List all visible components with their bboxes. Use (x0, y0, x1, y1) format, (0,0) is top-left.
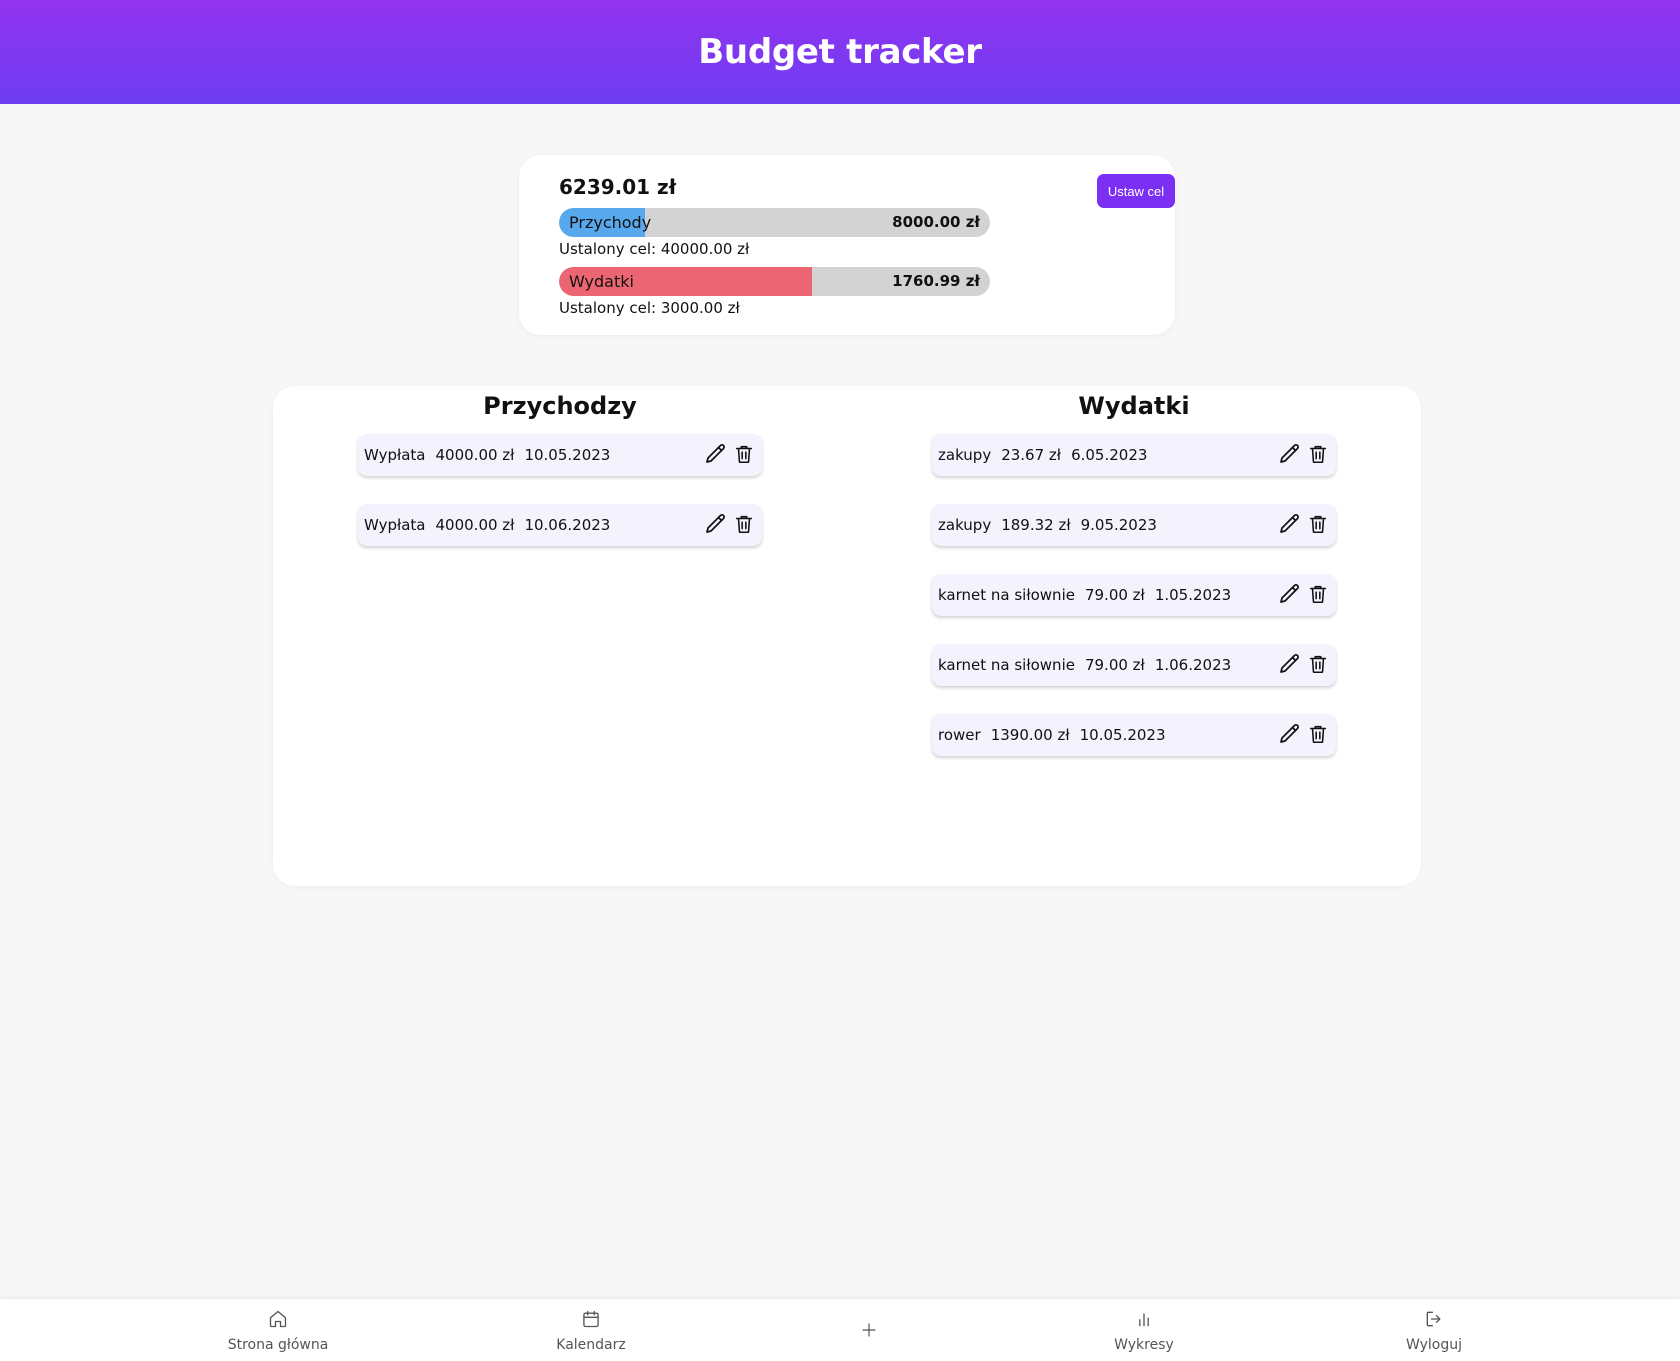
item-actions (1278, 651, 1330, 677)
income-bar-label: Przychody (569, 213, 652, 232)
nav-calendar[interactable]: Kalendarz (511, 1309, 671, 1353)
item-date: 6.05.2023 (1071, 446, 1148, 464)
item-date: 10.05.2023 (524, 446, 611, 464)
item-date: 10.05.2023 (1079, 726, 1166, 744)
income-goal-text: Ustalony cel: 40000.00 zł (559, 240, 750, 258)
item-amount: 4000.00 zł (435, 446, 515, 464)
edit-icon (1280, 584, 1299, 603)
edit-icon (1280, 514, 1299, 533)
item-amount: 4000.00 zł (435, 516, 515, 534)
item-actions (1278, 441, 1330, 467)
expense-progress-bar: Wydatki 1760.99 zł (559, 267, 990, 296)
item-name: karnet na siłownie (938, 586, 1075, 604)
delete-button[interactable] (1306, 651, 1330, 677)
delete-button[interactable] (1306, 511, 1330, 537)
calendar-icon (583, 1310, 599, 1328)
edit-icon (1280, 724, 1299, 743)
delete-button[interactable] (732, 441, 756, 467)
item-name: rower (938, 726, 981, 744)
expense-bar-label: Wydatki (569, 272, 634, 291)
item-actions (704, 441, 756, 467)
balance-value: 6239.01 zł (559, 175, 677, 199)
trash-icon (735, 445, 753, 464)
item-name: Wypłata (364, 516, 426, 534)
edit-button[interactable] (1278, 441, 1302, 467)
item-name: zakupy (938, 446, 992, 464)
trash-icon (1309, 725, 1327, 744)
delete-button[interactable] (732, 511, 756, 537)
list-item: rower 1390.00 zł 10.05.2023 (932, 714, 1336, 756)
income-list-title: Przychodzy (483, 392, 637, 420)
bar-chart-icon (1139, 1313, 1149, 1327)
item-actions (1278, 511, 1330, 537)
expense-bar-amount: 1760.99 zł (892, 272, 980, 290)
edit-icon (706, 514, 725, 533)
expense-list-title: Wydatki (1078, 392, 1190, 420)
item-amount: 79.00 zł (1084, 656, 1145, 674)
nav-calendar-label: Kalendarz (556, 1337, 626, 1353)
list-item: Wypłata 4000.00 zł 10.06.2023 (358, 504, 762, 546)
item-amount: 1390.00 zł (990, 726, 1070, 744)
nav-charts-label: Wykresy (1114, 1337, 1174, 1353)
page-title: Budget tracker (698, 32, 982, 72)
set-goal-button[interactable]: Ustaw cel (1097, 174, 1175, 208)
budget-summary-card: 6239.01 zł Ustaw cel Przychody 8000.00 z… (519, 155, 1175, 335)
delete-button[interactable] (1306, 441, 1330, 467)
nav-logout-label: Wyloguj (1406, 1337, 1462, 1353)
trash-icon (1309, 585, 1327, 604)
edit-icon (706, 444, 725, 463)
nav-home-label: Strona główna (227, 1337, 329, 1353)
item-name: zakupy (938, 516, 992, 534)
income-progress-bar: Przychody 8000.00 zł (559, 208, 990, 237)
edit-button[interactable] (704, 511, 728, 537)
list-item: Wypłata 4000.00 zł 10.05.2023 (358, 434, 762, 476)
item-date: 10.06.2023 (524, 516, 611, 534)
trash-icon (735, 515, 753, 534)
item-actions (1278, 721, 1330, 747)
item-name: Wypłata (364, 446, 426, 464)
list-item: karnet na siłownie 79.00 zł 1.06.2023 (932, 644, 1336, 686)
item-name: karnet na siłownie (938, 656, 1075, 674)
edit-button[interactable] (1278, 581, 1302, 607)
item-date: 1.06.2023 (1154, 656, 1232, 674)
delete-button[interactable] (1306, 581, 1330, 607)
expense-goal-text: Ustalony cel: 3000.00 zł (559, 299, 740, 317)
edit-icon (1280, 444, 1299, 463)
bottom-navbar: Strona główna Kalendarz Wykresy Wyloguj (0, 1299, 1680, 1361)
income-bar-amount: 8000.00 zł (892, 213, 980, 231)
list-item: karnet na siłownie 79.00 zł 1.05.2023 (932, 574, 1336, 616)
item-date: 9.05.2023 (1080, 516, 1157, 534)
item-actions (1278, 581, 1330, 607)
nav-home[interactable]: Strona główna (198, 1309, 358, 1353)
transactions-card: Przychodzy Wydatki Wypłata 4000.00 zł 10.0… (273, 386, 1421, 886)
item-amount: 79.00 zł (1084, 586, 1145, 604)
list-item: zakupy 189.32 zł 9.05.2023 (932, 504, 1336, 546)
trash-icon (1309, 445, 1327, 464)
edit-button[interactable] (704, 441, 728, 467)
item-date: 1.05.2023 (1154, 586, 1232, 604)
edit-button[interactable] (1278, 721, 1302, 747)
item-amount: 189.32 zł (1001, 516, 1071, 534)
nav-logout[interactable]: Wyloguj (1354, 1309, 1514, 1353)
plus-icon (862, 1323, 876, 1337)
delete-button[interactable] (1306, 721, 1330, 747)
app-header: Budget tracker (0, 0, 1680, 104)
trash-icon (1309, 515, 1327, 534)
edit-button[interactable] (1278, 651, 1302, 677)
item-amount: 23.67 zł (1001, 446, 1062, 464)
edit-button[interactable] (1278, 511, 1302, 537)
nav-add[interactable] (789, 1321, 949, 1339)
list-item: zakupy 23.67 zł 6.05.2023 (932, 434, 1336, 476)
nav-charts[interactable]: Wykresy (1064, 1309, 1224, 1353)
edit-icon (1280, 654, 1299, 673)
item-actions (704, 511, 756, 537)
trash-icon (1309, 655, 1327, 674)
logout-icon (1426, 1311, 1441, 1327)
home-icon (269, 1310, 287, 1328)
